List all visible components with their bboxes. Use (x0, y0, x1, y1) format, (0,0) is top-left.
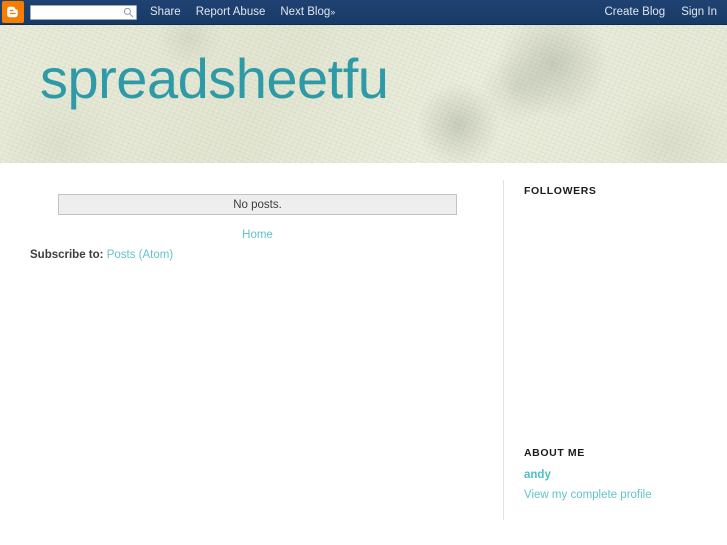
home-link-row: Home (58, 225, 457, 243)
nav-link-next-blog-label: Next Blog (280, 6, 331, 18)
about-me-title: ABOUT ME (524, 447, 585, 459)
followers-section: FOLLOWERS (524, 185, 714, 395)
double-chevron-right-icon: » (330, 7, 336, 17)
followers-widget-body (524, 205, 714, 395)
nav-link-create-blog[interactable]: Create Blog (604, 6, 665, 18)
no-posts-message: No posts. (58, 194, 457, 215)
navbar-right-links: Create Blog Sign In (604, 6, 717, 18)
profile-name-link[interactable]: andy (524, 469, 714, 481)
view-complete-profile-link[interactable]: View my complete profile (524, 489, 714, 501)
blog-title[interactable]: spreadsheetfu (40, 51, 389, 107)
nav-link-sign-in[interactable]: Sign In (681, 6, 717, 18)
sidebar: FOLLOWERS ABOUT ME andy View my complete… (504, 163, 727, 545)
page-content: No posts. Home Subscribe to: Posts (Atom… (0, 163, 727, 545)
about-me-section: ABOUT ME andy View my complete profile (524, 447, 714, 501)
search-input[interactable] (30, 4, 137, 20)
followers-title: FOLLOWERS (524, 185, 597, 197)
blog-header-banner: spreadsheetfu (0, 25, 727, 163)
nav-link-report-abuse[interactable]: Report Abuse (196, 6, 266, 18)
nav-link-share[interactable]: Share (150, 6, 181, 18)
blogger-navbar: Share Report Abuse Next Blog» Create Blo… (0, 0, 727, 25)
subscribe-row: Subscribe to: Posts (Atom) (30, 249, 173, 261)
subscribe-posts-atom-link[interactable]: Posts (Atom) (107, 249, 173, 261)
nav-link-next-blog[interactable]: Next Blog» (280, 6, 335, 18)
blogger-logo-icon[interactable] (2, 1, 24, 23)
navbar-left-links: Share Report Abuse Next Blog» (150, 6, 335, 18)
search-box (30, 4, 137, 20)
home-link[interactable]: Home (242, 229, 273, 241)
subscribe-label: Subscribe to: (30, 249, 104, 261)
main-column: No posts. Home Subscribe to: Posts (Atom… (0, 163, 503, 545)
